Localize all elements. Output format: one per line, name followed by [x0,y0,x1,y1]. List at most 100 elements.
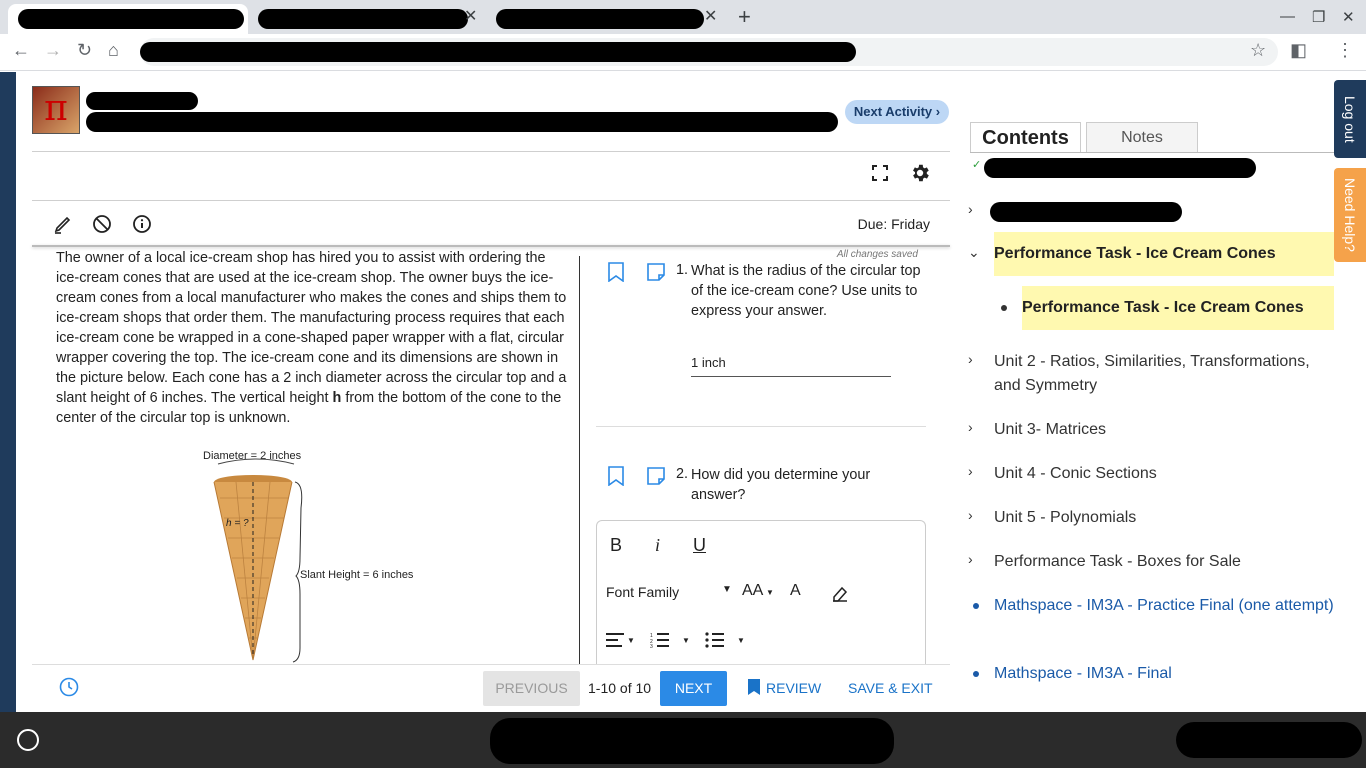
panel-divider [579,256,580,664]
divider [32,200,950,201]
highlighter-icon[interactable] [52,213,74,235]
toc-item-unit-2[interactable]: Unit 2 - Ratios, Similarities, Transform… [994,350,1334,398]
redacted-toc-item [990,202,1182,222]
tab-contents[interactable]: Contents [970,122,1081,152]
browser-toolbar: ← → ↻ ⌂ ☆ ◧ ⋮ [0,34,1366,71]
passage-text: The owner of a local ice-cream shop has … [56,250,567,426]
bullet-icon [1001,305,1007,311]
menu-icon[interactable]: ⋮ [1336,40,1354,61]
chevron-down-icon[interactable]: ▼ [766,588,774,597]
close-window-icon[interactable]: ✕ [1342,8,1355,26]
note-icon[interactable] [646,466,666,491]
restore-icon[interactable]: ❐ [1312,8,1325,26]
toc-item-unit-5[interactable]: Unit 5 - Polynomials [994,506,1334,530]
logout-button[interactable]: Log out [1334,80,1366,158]
divider [596,426,926,427]
bullet-icon [973,671,979,677]
bookmark-icon[interactable] [607,466,625,491]
clear-format-icon[interactable] [831,584,849,607]
question-text: How did you determine your answer? [691,467,871,503]
slant-height-label: Slant Height = 6 inches [300,569,414,581]
bullet-icon [973,603,979,609]
divider [32,245,950,247]
save-exit-button[interactable]: SAVE & EXIT [848,680,933,696]
autosave-status: All changes saved [836,249,918,260]
chevron-right-icon[interactable]: › [968,463,973,479]
review-button[interactable]: REVIEW [766,680,821,696]
bullet-list-icon[interactable] [705,632,725,653]
chevron-down-icon[interactable]: ▼ [627,636,635,645]
chevron-down-icon[interactable]: ⌄ [968,244,980,261]
new-tab-icon[interactable]: + [738,4,751,30]
eliminator-icon[interactable] [91,213,113,235]
chevron-right-icon[interactable]: › [968,507,973,523]
chevron-down-icon[interactable]: ▼ [737,636,745,645]
height-label: h = ? [226,518,249,529]
italic-button[interactable]: i [655,535,660,556]
gear-icon[interactable] [908,161,932,185]
bold-button[interactable]: B [610,535,622,556]
toc-item-unit-4[interactable]: Unit 4 - Conic Sections [994,462,1334,486]
chevron-down-icon[interactable]: ▼ [722,584,732,595]
numbered-list-icon[interactable]: 123 [650,632,670,653]
toc-item-final[interactable]: Mathspace - IM3A - Final [994,662,1334,686]
info-icon[interactable] [131,213,153,235]
redacted-activity-title [86,112,838,132]
next-button[interactable]: NEXT [660,671,727,706]
divider [32,151,950,152]
need-help-button[interactable]: Need Help? [1334,168,1366,262]
minimize-icon[interactable]: — [1280,8,1295,25]
left-rail [0,72,16,712]
chevron-right-icon[interactable]: › [968,201,973,217]
bookmark-icon[interactable] [607,262,625,287]
launcher-icon[interactable] [17,729,39,751]
question-number: 1. [676,262,689,278]
redacted-tab-title [496,9,704,29]
reload-icon[interactable]: ↻ [77,40,92,61]
redacted-toc-item [984,158,1256,178]
text-color-icon[interactable]: A [790,582,801,600]
back-icon[interactable]: ← [12,40,30,61]
close-tab-icon[interactable]: ✕ [704,9,717,25]
course-logo: π [32,86,80,134]
tab-notes[interactable]: Notes [1086,122,1198,152]
forward-icon[interactable]: → [44,40,62,61]
next-activity-button[interactable]: Next Activity › [845,100,949,124]
toc-item-unit-3[interactable]: Unit 3- Matrices [994,418,1334,442]
home-icon[interactable]: ⌂ [108,40,119,61]
question-number: 2. [676,466,689,482]
browser-tab-bar: ✕ ✕ + — ❐ ✕ [0,0,1366,34]
redacted-course-name [86,92,198,110]
chevron-down-icon[interactable]: ▼ [682,636,690,645]
font-family-dropdown[interactable]: Font Family [606,584,679,600]
divider [32,664,950,665]
chevron-right-icon[interactable]: › [968,419,973,435]
redacted-taskbar-apps [490,718,894,764]
underline-button[interactable]: U [693,535,706,556]
svg-text:3: 3 [650,644,653,648]
chevron-right-icon[interactable]: › [968,351,973,367]
clock-icon[interactable] [59,677,79,702]
redacted-system-tray [1176,722,1362,758]
answer-input[interactable]: 1 inch [691,355,891,377]
due-date: Due: Friday [857,216,930,232]
toc-item-ice-cream-task[interactable]: Performance Task - Ice Cream Cones [1022,296,1334,320]
fullscreen-icon[interactable] [870,163,890,183]
note-icon[interactable] [646,262,666,287]
toc-item-ice-cream-unit[interactable]: Performance Task - Ice Cream Cones [994,242,1334,266]
redacted-tab-title [18,9,244,29]
previous-button[interactable]: PREVIOUS [483,671,580,706]
close-tab-icon[interactable]: ✕ [464,9,477,25]
toc-item-practice-final[interactable]: Mathspace - IM3A - Practice Final (one a… [994,594,1334,618]
chevron-right-icon[interactable]: › [968,551,973,567]
toc-item-boxes-for-sale[interactable]: Performance Task - Boxes for Sale [994,550,1334,574]
redacted-url [140,42,856,62]
pager-text: 1-10 of 10 [588,680,652,696]
star-icon[interactable]: ☆ [1250,40,1266,61]
redacted-tab-title [258,9,468,29]
align-icon[interactable] [605,632,625,653]
question-text: What is the radius of the circular top o… [691,263,921,319]
extension-icon[interactable]: ◧ [1290,40,1307,61]
font-size-icon[interactable]: AA [742,582,763,600]
bookmark-icon[interactable] [747,678,761,701]
